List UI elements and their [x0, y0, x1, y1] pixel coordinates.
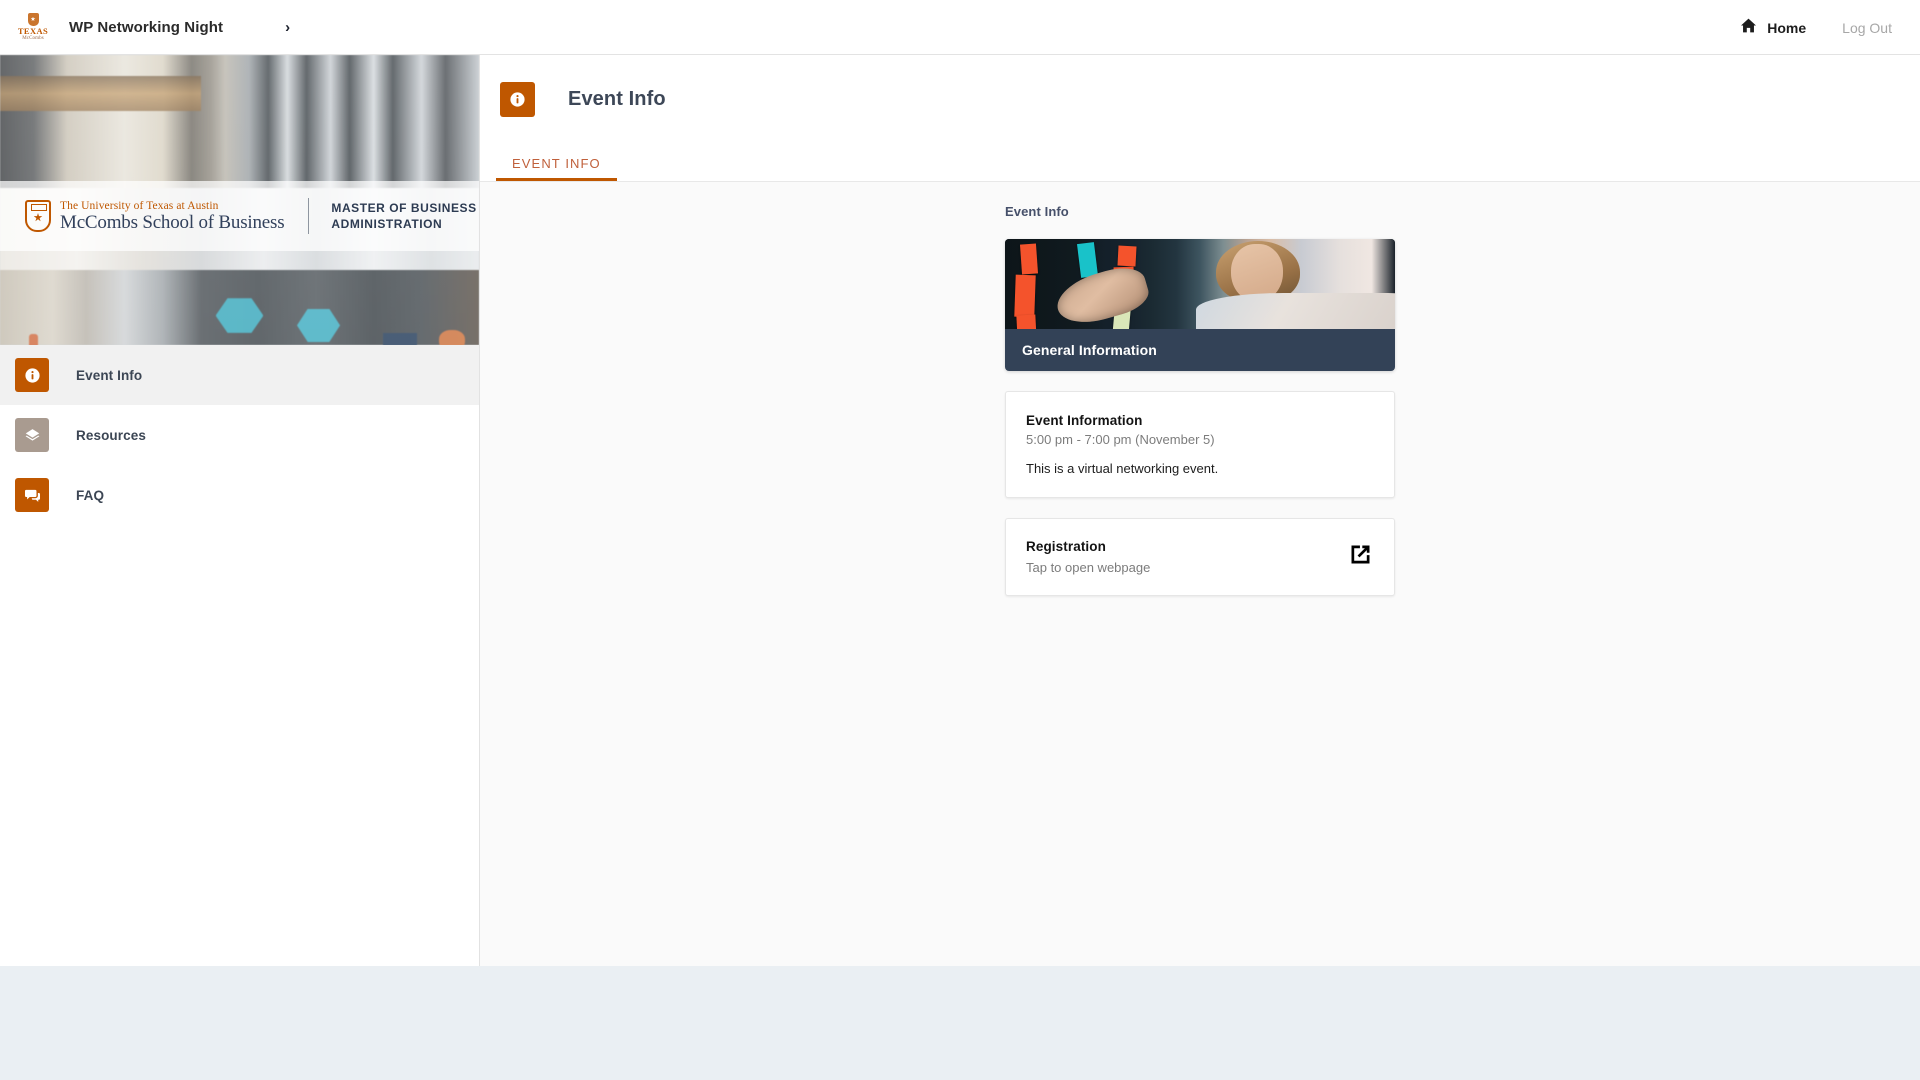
content-panel: Event Info General Information Event Inf… — [480, 182, 1920, 916]
texas-mccombs-logo[interactable]: TEXAS McCombs — [18, 10, 48, 44]
logout-button[interactable]: Log Out — [1842, 20, 1892, 36]
registration-texts: Registration Tap to open webpage — [1026, 538, 1150, 576]
tab-bar: EVENT INFO — [480, 143, 1920, 182]
general-information-card[interactable]: General Information — [1005, 239, 1395, 371]
sidebar-item-label: Resources — [76, 427, 146, 443]
program-line-1: MASTER OF BUSINESS — [331, 200, 477, 215]
sidebar-item-label: FAQ — [76, 487, 105, 503]
page-title: Event Info — [568, 87, 666, 110]
event-information-time: 5:00 pm - 7:00 pm (November 5) — [1026, 432, 1215, 447]
sticky-note — [1117, 245, 1137, 267]
mccombs-wordmark: The University of Texas at Austin McComb… — [60, 199, 285, 233]
brand-texas-wordmark: TEXAS — [17, 26, 49, 36]
person-jacket — [1196, 293, 1395, 329]
event-information-title: Event Information — [1026, 413, 1143, 428]
general-information-caption-bar: General Information — [1005, 329, 1395, 371]
content-column: Event Info General Information Event Inf… — [1005, 204, 1395, 916]
topbar-left-group: TEXAS McCombs WP Networking Night › — [0, 10, 290, 44]
event-title: WP Networking Night — [69, 18, 224, 36]
sidebar-item-event-info[interactable]: Event Info — [0, 345, 479, 405]
chevron-right-icon[interactable]: › — [285, 20, 290, 35]
main-content: Event Info EVENT INFO Event Info General… — [480, 55, 1920, 966]
event-information-description: This is a virtual networking event. — [1026, 461, 1219, 476]
sticky-note — [1016, 314, 1037, 329]
home-nav-label: Home — [1767, 19, 1807, 36]
event-information-card: Event Information 5:00 pm - 7:00 pm (Nov… — [1005, 391, 1395, 498]
brand-mccombs-wordmark: McCombs — [22, 36, 44, 41]
app-window: TEXAS McCombs WP Networking Night › Home… — [0, 0, 1920, 966]
general-information-photo — [1005, 239, 1395, 329]
program-name: MASTER OF BUSINESS ADMINISTRATION — [331, 200, 476, 232]
open-in-new-icon[interactable] — [1347, 541, 1374, 573]
home-nav-button[interactable]: Home — [1740, 18, 1806, 38]
sidebar-item-label: Event Info — [76, 367, 143, 383]
shield-icon — [27, 13, 39, 26]
mccombs-logo-lockup: The University of Texas at Austin McComb… — [25, 199, 285, 233]
program-line-2: ADMINISTRATION — [331, 217, 443, 231]
sticky-note — [1014, 274, 1036, 318]
general-information-caption: General Information — [1022, 342, 1157, 358]
ut-shield-icon — [25, 200, 51, 232]
sidebar-item-resources[interactable]: Resources — [0, 405, 479, 465]
layers-icon — [15, 418, 49, 452]
section-label: Event Info — [1005, 204, 1069, 219]
page-header: Event Info — [480, 55, 1920, 143]
chat-icon — [15, 478, 49, 512]
school-line: McCombs School of Business — [60, 211, 285, 233]
tab-event-info[interactable]: EVENT INFO — [496, 156, 617, 181]
home-icon — [1740, 18, 1757, 38]
info-icon — [15, 358, 49, 392]
sidebar-item-faq[interactable]: FAQ — [0, 465, 479, 525]
registration-title: Registration — [1026, 539, 1106, 554]
event-banner-image: The University of Texas at Austin McComb… — [0, 55, 479, 345]
topbar-right-group: Home Log Out — [1740, 0, 1892, 55]
sidebar: The University of Texas at Austin McComb… — [0, 55, 480, 966]
sidebar-nav: Event Info Resources FAQ — [0, 345, 479, 525]
university-line: The University of Texas at Austin — [60, 199, 219, 212]
logo-divider — [308, 198, 310, 234]
registration-card[interactable]: Registration Tap to open webpage — [1005, 518, 1395, 597]
info-icon — [500, 81, 535, 117]
top-navigation-bar: TEXAS McCombs WP Networking Night › Home… — [0, 0, 1920, 55]
registration-subtitle: Tap to open webpage — [1026, 559, 1151, 575]
sticky-note — [1019, 243, 1038, 275]
banner-logo-band: The University of Texas at Austin McComb… — [0, 181, 479, 251]
